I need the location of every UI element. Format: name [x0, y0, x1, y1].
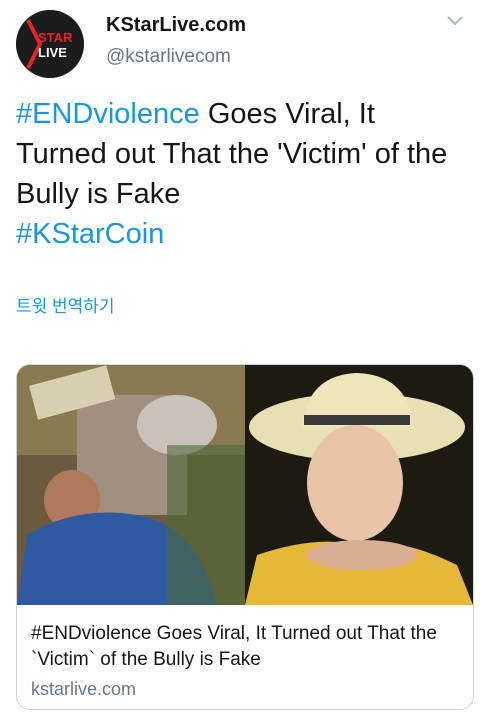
hashtag-kstarcoin[interactable]: #KStarCoin	[16, 218, 164, 250]
card-image[interactable]	[17, 365, 473, 605]
card-title: #ENDviolence Goes Viral, It Turned out T…	[31, 623, 437, 670]
chevron-down-icon[interactable]	[446, 14, 464, 28]
card-photo	[17, 365, 473, 605]
translate-tweet-link[interactable]: 트윗 번역하기	[16, 292, 115, 317]
hashtag-endviolence[interactable]: #ENDviolence	[16, 98, 200, 130]
author-display-name[interactable]: KStarLive.com	[106, 14, 246, 37]
svg-text:LIVE: LIVE	[38, 45, 67, 60]
tweet-header: STAR LIVE KStarLive.com @kstarlivecom	[16, 8, 464, 78]
link-preview-card[interactable]: #ENDviolence Goes Viral, It Turned out T…	[16, 364, 474, 710]
svg-text:STAR: STAR	[38, 30, 73, 45]
author-handle[interactable]: @kstarlivecom	[106, 46, 231, 68]
avatar[interactable]: STAR LIVE	[16, 10, 84, 78]
card-domain: kstarlive.com	[31, 679, 137, 699]
kstarlive-logo: STAR LIVE	[16, 10, 84, 78]
tweet-text: #ENDviolence Goes Viral, It Turned out T…	[16, 94, 466, 254]
